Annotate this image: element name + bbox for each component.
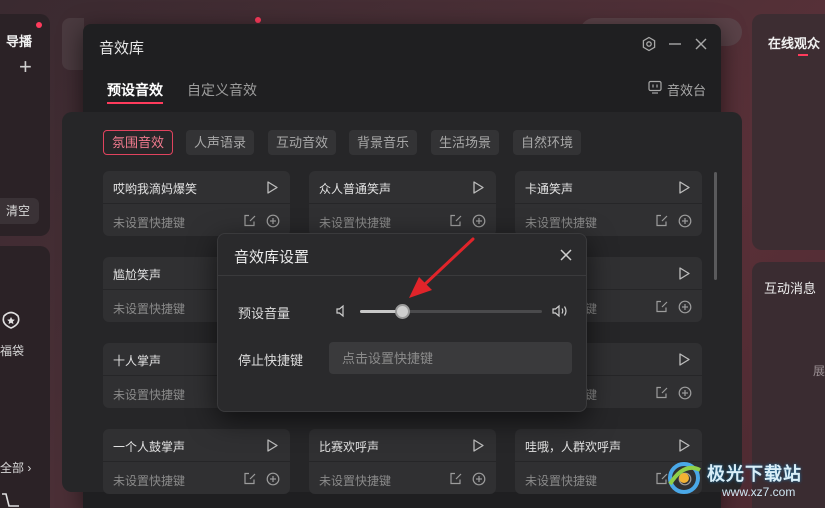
category-interaction[interactable]: 互动音效 [268,130,337,155]
volume-slider-thumb[interactable] [394,304,410,319]
watermark-title: 极光下载站 [707,464,802,484]
stop-hotkey-input[interactable] [329,342,572,374]
tab-active-underline [107,102,163,104]
hotkey-status: 未设置快捷键 [113,474,186,488]
lucky-bag-label: 福袋 [0,344,25,358]
edit-hotkey-icon[interactable] [243,472,256,485]
sound-card[interactable]: 比赛欢呼声未设置快捷键 [309,429,496,494]
category-life-scenes[interactable]: 生活场景 [431,130,500,155]
sound-name: 一个人鼓掌声 [113,440,186,454]
clear-button[interactable]: 清空 [0,198,39,224]
tab-custom-sounds[interactable]: 自定义音效 [187,80,257,100]
online-audience-underline [798,54,808,56]
online-audience-title[interactable]: 在线观众 [768,33,820,52]
hotkey-status: 未设置快捷键 [525,474,598,488]
volume-low-icon [336,304,344,318]
hotkey-status: 未设置快捷键 [113,388,186,402]
sound-name: 十人掌声 [113,354,162,368]
play-icon[interactable] [678,439,690,452]
category-atmosphere[interactable]: 氛围音效 [103,130,174,155]
expand-label[interactable]: 展 [813,362,825,379]
add-icon[interactable]: + [19,56,32,78]
play-icon[interactable] [472,439,484,452]
add-sound-icon[interactable] [266,472,280,486]
add-sound-icon[interactable] [678,300,692,314]
minimize-icon[interactable] [667,36,683,52]
play-icon[interactable] [678,353,690,366]
stop-hotkey-label: 停止快捷键 [238,353,304,368]
window-title: 音效库 [99,40,145,57]
edit-hotkey-icon[interactable] [449,472,462,485]
sound-name: 哇哦，人群欢呼声 [525,440,622,454]
sound-console-icon[interactable] [648,80,662,94]
settings-icon[interactable] [641,36,657,52]
sound-card[interactable]: 卡通笑声未设置快捷键 [515,171,702,236]
nav-title: 导播 [6,34,33,49]
interaction-title[interactable]: 互动消息 [764,278,816,297]
sound-card-header: 一个人鼓掌声 [103,429,290,462]
top-bar-pill [62,18,84,70]
sound-card[interactable]: 哎哟我滴妈爆笑 未设置快捷键 [103,171,290,236]
annotation-arrow [409,237,475,298]
play-icon[interactable] [266,181,278,194]
edit-hotkey-icon[interactable] [655,300,668,313]
volume-label: 预设音量 [238,306,291,321]
edit-hotkey-icon[interactable] [655,386,668,399]
hotkey-status: 未设置快捷键 [113,302,186,316]
hotkey-status: 未设置快捷键 [319,474,392,488]
dialog-title: 音效库设置 [234,249,310,266]
cart-icon[interactable] [0,492,22,508]
dialog-header: 音效库设置 [218,234,586,276]
sound-name: 比赛欢呼声 [319,440,380,454]
sound-name: 卡通笑声 [525,182,574,196]
sound-name: 众人普通笑声 [319,182,392,196]
sound-card-header: 哎哟我滴妈爆笑 [103,171,290,204]
hotkey-status: 未设置快捷键 [113,216,186,230]
watermark-logo-icon [668,462,701,494]
add-sound-icon[interactable] [472,214,486,228]
add-sound-icon[interactable] [678,386,692,400]
scrollbar[interactable] [714,172,717,280]
close-icon[interactable] [693,36,709,52]
sound-name: 哎哟我滴妈爆笑 [113,182,198,196]
sound-library-settings-dialog: 音效库设置 预设音量 停止快捷键 [217,233,587,412]
dialog-close-icon[interactable] [558,247,574,263]
category-bgm[interactable]: 背景音乐 [349,130,418,155]
watermark-url: www.xz7.com [722,485,796,499]
add-sound-icon[interactable] [266,214,280,228]
tab-preset-sounds[interactable]: 预设音效 [107,80,163,100]
view-all-link[interactable]: 全部 › [0,459,31,476]
notification-dot [255,17,261,23]
lucky-bag-icon[interactable] [0,308,22,330]
add-sound-icon[interactable] [472,472,486,486]
edit-hotkey-icon[interactable] [243,214,256,227]
hotkey-status: 未设置快捷键 [319,216,392,230]
play-icon[interactable] [678,267,690,280]
category-nature[interactable]: 自然环境 [513,130,582,155]
volume-slider[interactable] [360,304,542,319]
play-icon[interactable] [472,181,484,194]
play-icon[interactable] [678,181,690,194]
category-voice-quotes[interactable]: 人声语录 [186,130,255,155]
edit-hotkey-icon[interactable] [655,214,668,227]
sound-name: 尴尬笑声 [113,268,162,282]
play-icon[interactable] [266,439,278,452]
sound-card-header: 比赛欢呼声 [309,429,496,462]
sound-card[interactable]: 众人普通笑声 未设置快捷键 [309,171,496,236]
add-sound-icon[interactable] [678,214,692,228]
sound-card[interactable]: 一个人鼓掌声 未设置快捷键 [103,429,290,494]
sound-card-header: 卡通笑声 [515,171,702,204]
volume-high-icon [552,304,567,318]
hotkey-status: 未设置快捷键 [525,216,598,230]
sound-console-button[interactable]: 音效台 [667,80,706,99]
edit-hotkey-icon[interactable] [449,214,462,227]
sound-card-header: 众人普通笑声 [309,171,496,204]
notification-dot [36,22,42,28]
